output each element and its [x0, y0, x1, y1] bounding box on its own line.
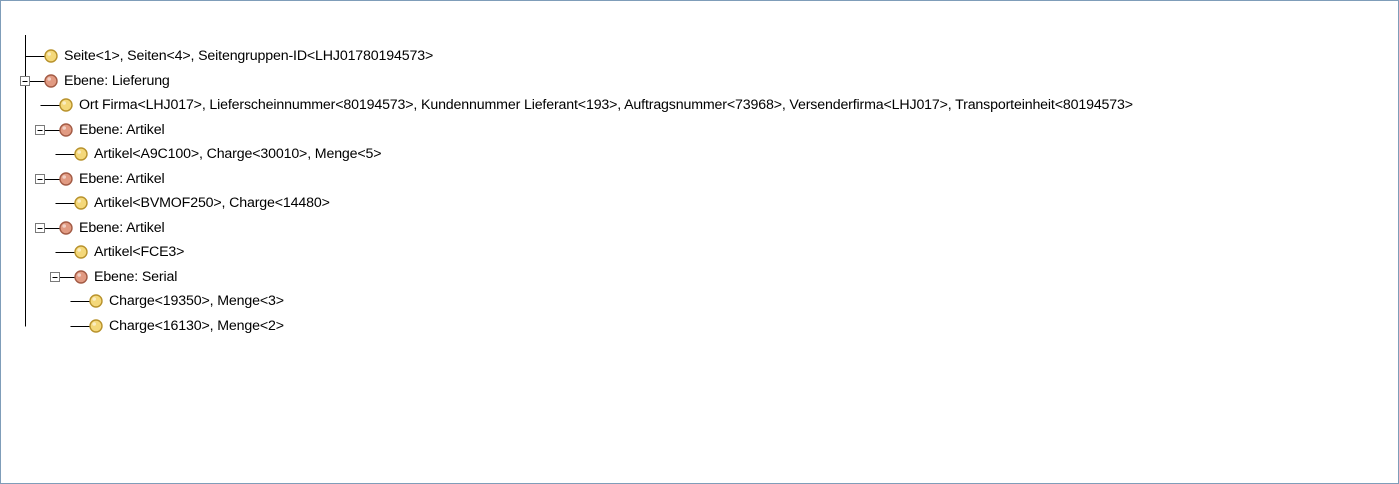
collapse-box-icon[interactable]: [35, 223, 45, 233]
red-circle-icon: [59, 123, 73, 137]
collapse-box-icon[interactable]: [35, 125, 45, 135]
red-circle-icon: [74, 270, 88, 284]
tree-data-node[interactable]: Artikel<BVMOF250>, Charge<14480>: [94, 191, 330, 215]
yellow-circle-icon: [59, 98, 73, 112]
red-circle-icon: [59, 172, 73, 186]
tree-connector-lines: [20, 35, 103, 333]
yellow-circle-icon: [89, 294, 103, 308]
yellow-circle-icon: [89, 319, 103, 333]
tree-data-node[interactable]: Ort Firma<LHJ017>, Lieferscheinnummer<80…: [79, 93, 1133, 117]
tree-view[interactable]: Seite<1>, Seiten<4>, Seitengruppen-ID<LH…: [0, 0, 1399, 484]
tree-level-node[interactable]: Ebene: Artikel: [79, 118, 165, 142]
collapse-box-icon[interactable]: [50, 272, 60, 282]
tree-level-node[interactable]: Ebene: Lieferung: [64, 69, 170, 93]
tree-data-node[interactable]: Artikel<A9C100>, Charge<30010>, Menge<5>: [94, 142, 382, 166]
tree-data-node[interactable]: Artikel<FCE3>: [94, 240, 184, 264]
yellow-circle-icon: [74, 245, 88, 259]
tree-data-node[interactable]: Seite<1>, Seiten<4>, Seitengruppen-ID<LH…: [64, 44, 433, 68]
yellow-circle-icon: [74, 196, 88, 210]
collapse-box-icon[interactable]: [20, 76, 30, 86]
red-circle-icon: [59, 221, 73, 235]
yellow-circle-icon: [74, 147, 88, 161]
red-circle-icon: [44, 74, 58, 88]
yellow-circle-icon: [44, 49, 58, 63]
tree-data-node[interactable]: Charge<19350>, Menge<3>: [109, 289, 284, 313]
collapse-box-icon[interactable]: [35, 174, 45, 184]
tree-data-node[interactable]: Charge<16130>, Menge<2>: [109, 314, 284, 338]
tree-level-node[interactable]: Ebene: Artikel: [79, 167, 165, 191]
tree-level-node[interactable]: Ebene: Serial: [94, 265, 177, 289]
tree-level-node[interactable]: Ebene: Artikel: [79, 216, 165, 240]
